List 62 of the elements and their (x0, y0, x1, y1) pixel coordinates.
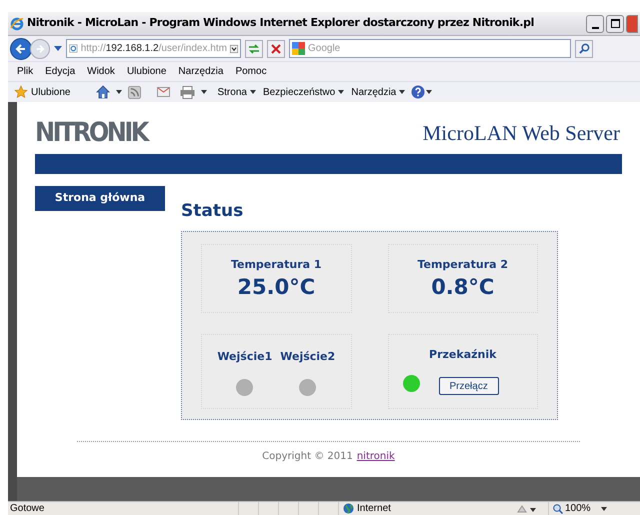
feed-icon[interactable] (128, 86, 142, 98)
search-provider-icon (292, 42, 305, 55)
refresh-button[interactable] (245, 40, 263, 58)
logo: NITRONIK (35, 118, 147, 146)
menu-item[interactable]: Narzędzia (178, 64, 224, 79)
refresh-icon (248, 42, 260, 54)
nav-button[interactable]: Strona główna (35, 186, 165, 211)
caret-icon[interactable] (116, 90, 122, 94)
mail-icon[interactable] (157, 87, 170, 97)
status-text: Gotowe (9, 502, 46, 515)
window-title: Nitronik - MicroLan - Program Windows Internet Explorer dostarczony przez Nitronik.pl (27, 15, 534, 32)
caret-icon (250, 90, 256, 94)
security-zone: Internet (357, 502, 391, 515)
toolbar-menu-button[interactable]: Bezpieczeństwo (262, 84, 344, 100)
stop-button[interactable] (267, 40, 285, 58)
caret-icon[interactable] (201, 90, 208, 94)
menu-item[interactable]: Pomoc (235, 64, 267, 79)
temperature-value: 0.8°C (431, 274, 494, 300)
input-label: Wejście2 (280, 348, 336, 365)
help-button[interactable] (411, 85, 432, 99)
page-heading: Status (181, 203, 244, 220)
temperature-label: Temperatura 2 (417, 257, 508, 273)
home-icon[interactable] (96, 85, 110, 99)
caret-icon (338, 90, 344, 94)
address-field[interactable]: http://192.168.1.2/user/index.htm (66, 39, 241, 58)
back-button[interactable] (10, 38, 32, 60)
back-arrow-icon (15, 42, 27, 54)
caret-icon (600, 506, 607, 510)
temperature-value: 25.0°C (237, 274, 316, 300)
menu-item[interactable]: Edycja (45, 64, 76, 79)
caret-icon (399, 90, 406, 94)
search-button[interactable] (575, 40, 593, 58)
zoom-control[interactable]: 100% (548, 502, 607, 515)
help-icon (411, 85, 426, 99)
copyright-text: Copyright © 2011 (262, 450, 353, 464)
header-title: MicroLAN Web Server (422, 123, 620, 144)
print-icon[interactable] (180, 86, 196, 98)
menu-item[interactable]: Ulubione (126, 64, 166, 79)
search-icon (578, 43, 590, 54)
protected-mode-icon[interactable] (516, 504, 536, 514)
input-label: Wejście1 (217, 348, 272, 365)
zoom-icon (553, 504, 563, 514)
toolbar-menu-button[interactable]: Strona (217, 84, 256, 100)
dropdown-icon[interactable] (230, 42, 238, 54)
toolbar-menu-button[interactable]: Narzędzia (351, 84, 406, 100)
forward-arrow-icon (35, 44, 45, 54)
minimize-button[interactable] (586, 14, 604, 32)
favorites-button[interactable]: Ulubione (14, 84, 70, 100)
browser-icon (10, 16, 24, 30)
star-icon (14, 85, 28, 99)
toggle-button[interactable]: Przełącz (438, 377, 499, 396)
globe-icon (343, 503, 354, 514)
caret-icon (426, 90, 432, 94)
menu-item[interactable]: Widok (87, 64, 115, 79)
relay-label: Przekaźnik (429, 346, 496, 363)
maximize-button[interactable] (606, 14, 624, 32)
menu-item[interactable]: Plik (17, 64, 34, 79)
close-button[interactable] (626, 14, 638, 32)
page-icon (69, 42, 78, 55)
close-icon (271, 44, 281, 54)
footer-link[interactable]: nitronik (356, 449, 395, 464)
temperature-label: Temperatura 1 (230, 257, 322, 273)
